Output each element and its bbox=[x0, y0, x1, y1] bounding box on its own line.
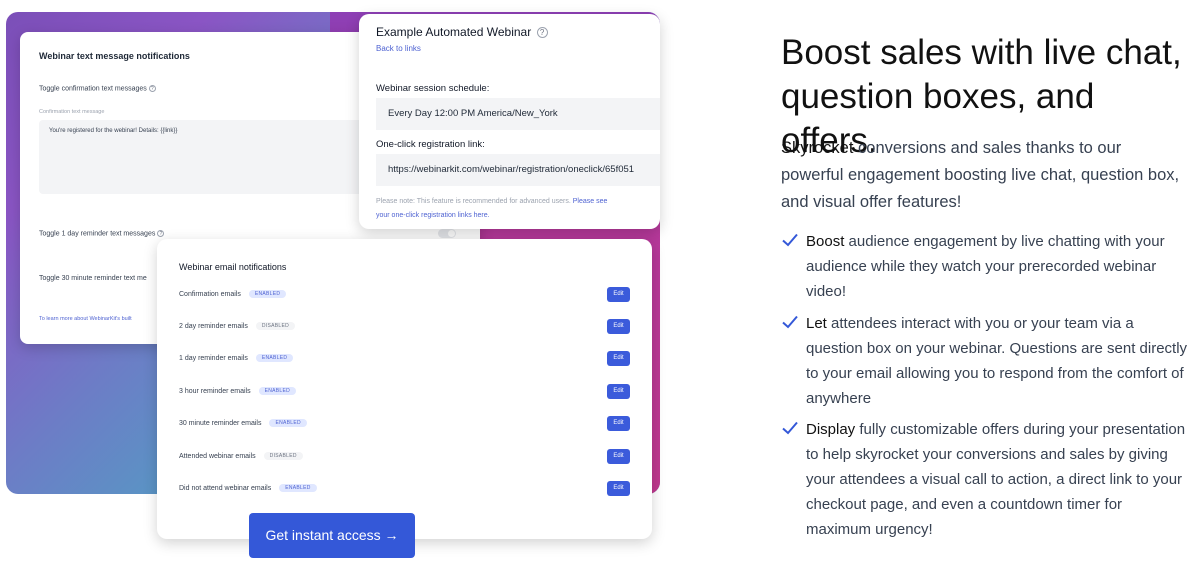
email-row-label: Attended webinar emails DISABLED bbox=[179, 452, 303, 460]
email-row-label: Did not attend webinar emails ENABLED bbox=[179, 484, 317, 492]
feature-rest: fully customizable offers during your pr… bbox=[806, 421, 1186, 538]
question-circle-icon: ? bbox=[148, 85, 156, 92]
intro-paragraph: Skyrocket conversions and sales thanks t… bbox=[781, 135, 1181, 216]
edit-button[interactable]: Edit bbox=[607, 287, 630, 302]
webinar-title: Example Automated Webinar ? bbox=[376, 25, 548, 39]
email-row: 2 day reminder emails DISABLED Edit bbox=[179, 319, 634, 335]
edit-button[interactable]: Edit bbox=[607, 351, 630, 366]
note-link-end[interactable]: your one-click registration links here. bbox=[376, 212, 490, 219]
toggle-1day-text: Toggle 1 day reminder text messages bbox=[39, 230, 156, 238]
confirmation-message-field[interactable]: You're registered for the webinar! Detai… bbox=[39, 120, 369, 194]
email-row-name: Did not attend webinar emails bbox=[179, 484, 272, 492]
toggle-30min-label: Toggle 30 minute reminder text me bbox=[39, 275, 147, 282]
email-row: Attended webinar emails DISABLED Edit bbox=[179, 449, 634, 465]
webinar-details-panel: Example Automated Webinar ? Back to link… bbox=[359, 14, 660, 229]
email-row-name: 2 day reminder emails bbox=[179, 322, 248, 330]
feature-text: Display fully customizable offers during… bbox=[806, 417, 1191, 542]
feature-strong: Let bbox=[806, 315, 827, 332]
check-icon bbox=[782, 421, 798, 435]
email-row-label: 1 day reminder emails ENABLED bbox=[179, 354, 294, 362]
email-row-name: 1 day reminder emails bbox=[179, 354, 248, 362]
confirmation-message-label: Confirmation text message bbox=[39, 109, 105, 115]
status-badge: ENABLED bbox=[269, 419, 307, 427]
status-badge: DISABLED bbox=[255, 322, 296, 330]
email-row: Did not attend webinar emails ENABLED Edi… bbox=[179, 481, 634, 497]
email-row: 30 minute reminder emails ENABLED Edit bbox=[179, 416, 634, 432]
get-instant-access-button[interactable]: Get instant access → bbox=[249, 513, 415, 558]
email-row-name: Attended webinar emails bbox=[179, 452, 256, 460]
question-circle-icon: ? bbox=[157, 230, 165, 237]
registration-label: One-click registration link: bbox=[376, 139, 485, 150]
feature-rest: attendees interact with you or your team… bbox=[806, 315, 1188, 407]
status-badge: DISABLED bbox=[263, 452, 303, 460]
email-row: 3 hour reminder emails ENABLED Edit bbox=[179, 384, 634, 400]
edit-button[interactable]: Edit bbox=[607, 416, 630, 431]
webinar-title-text: Example Automated Webinar bbox=[376, 25, 532, 39]
question-circle-icon[interactable]: ? bbox=[536, 27, 548, 39]
email-row-name: 3 hour reminder emails bbox=[179, 387, 251, 395]
schedule-label: Webinar session schedule: bbox=[376, 83, 490, 94]
email-row: Confirmation emails ENABLED Edit bbox=[179, 287, 634, 303]
sms-panel-title: Webinar text message notifications bbox=[39, 51, 190, 61]
email-row-name: Confirmation emails bbox=[179, 290, 241, 298]
toggle-1day-switch[interactable] bbox=[438, 229, 456, 238]
check-icon bbox=[782, 233, 798, 247]
status-badge: ENABLED bbox=[279, 484, 317, 492]
learn-more-link[interactable]: To learn more about WebinarKit's built bbox=[39, 316, 132, 322]
feature-rest: audience engagement by live chatting wit… bbox=[806, 233, 1165, 300]
edit-button[interactable]: Edit bbox=[607, 384, 630, 399]
feature-text: Let attendees interact with you or your … bbox=[806, 311, 1191, 411]
email-row-name: 30 minute reminder emails bbox=[179, 419, 262, 427]
edit-button[interactable]: Edit bbox=[607, 319, 630, 334]
schedule-field[interactable]: Every Day 12:00 PM America/New_York bbox=[376, 98, 660, 130]
intro-strong: Skyrocket bbox=[781, 139, 854, 157]
note-link-start[interactable]: Please see bbox=[573, 198, 608, 205]
status-badge: ENABLED bbox=[258, 387, 297, 395]
edit-button[interactable]: Edit bbox=[607, 481, 630, 496]
feature-strong: Boost bbox=[806, 233, 845, 250]
edit-button[interactable]: Edit bbox=[607, 449, 630, 464]
email-row-label: 2 day reminder emails DISABLED bbox=[179, 322, 296, 330]
back-to-links-link[interactable]: Back to links bbox=[376, 44, 421, 53]
email-row-label: Confirmation emails ENABLED bbox=[179, 290, 287, 298]
email-row-label: 30 minute reminder emails ENABLED bbox=[179, 419, 307, 427]
toggle-confirmation-label: Toggle confirmation text messages? bbox=[39, 85, 156, 92]
note-text: Please note: This feature is recommended… bbox=[376, 198, 571, 205]
advanced-users-note: Please note: This feature is recommended… bbox=[376, 195, 660, 223]
status-badge: ENABLED bbox=[248, 290, 287, 298]
email-panel-title: Webinar email notifications bbox=[179, 262, 287, 272]
registration-link-field[interactable]: https://webinarkit.com/webinar/registrat… bbox=[376, 154, 660, 186]
check-icon bbox=[782, 315, 798, 329]
status-badge: ENABLED bbox=[255, 354, 294, 362]
email-row: 1 day reminder emails ENABLED Edit bbox=[179, 351, 634, 367]
email-row-label: 3 hour reminder emails ENABLED bbox=[179, 387, 297, 395]
feature-strong: Display bbox=[806, 421, 856, 438]
toggle-1day-label: Toggle 1 day reminder text messages? bbox=[39, 230, 165, 238]
email-notifications-panel: Webinar email notifications Confirmation… bbox=[157, 239, 652, 539]
toggle-confirmation-text: Toggle confirmation text messages bbox=[39, 85, 147, 93]
feature-text: Boost audience engagement by live chatti… bbox=[806, 229, 1191, 304]
